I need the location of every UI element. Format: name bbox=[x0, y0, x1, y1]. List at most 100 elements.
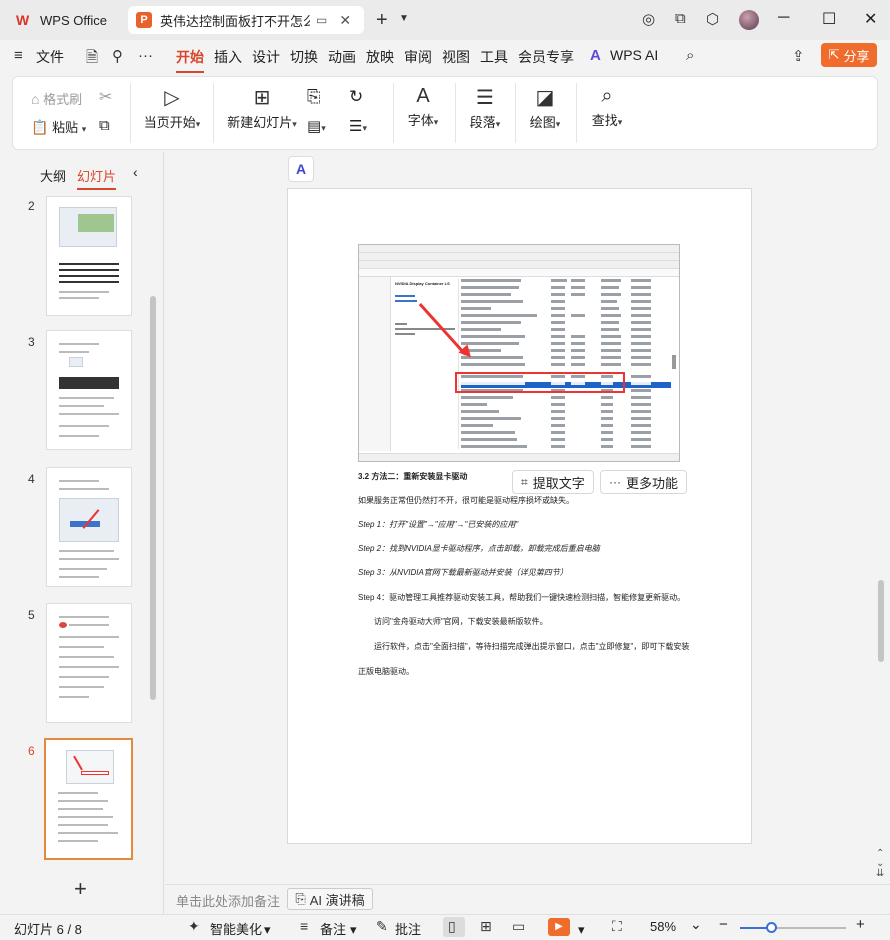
title-bar: W WPS Office P 英伟达控制面板打不开怎么 ▭ ✕ + ▼ ◎ ⧉ … bbox=[0, 0, 890, 40]
more-functions-button[interactable]: ··· 更多功能 bbox=[600, 470, 688, 494]
share-icon: ⇱ bbox=[828, 47, 840, 62]
slide-thumbnail-4[interactable] bbox=[46, 467, 132, 587]
new-tab-icon[interactable]: + bbox=[376, 9, 388, 32]
menu-animation[interactable]: 动画 bbox=[328, 47, 356, 67]
section-icon[interactable]: ☰▾ bbox=[349, 117, 367, 135]
font-button[interactable]: A 字体▾ bbox=[403, 85, 443, 129]
layout-icon[interactable]: ▤▾ bbox=[307, 117, 326, 135]
slide-sorter-icon[interactable]: ⊞ bbox=[480, 918, 492, 935]
slide-number: 3 bbox=[28, 335, 35, 349]
menu-review[interactable]: 审阅 bbox=[404, 47, 432, 67]
slide-line: Step 4：驱动管理工具推荐驱动安装工具，帮助我们一键快速检测扫描，智能修复更… bbox=[358, 593, 686, 602]
tab-document[interactable]: P 英伟达控制面板打不开怎么 ▭ ✕ bbox=[128, 6, 364, 34]
notes-placeholder[interactable]: 单击此处添加备注 bbox=[176, 891, 280, 910]
maximize-button[interactable]: ☐ bbox=[822, 9, 836, 29]
ai-assistant-icon[interactable]: ◎ bbox=[642, 10, 655, 28]
tab-outline[interactable]: 大纲 bbox=[40, 166, 66, 185]
ai-speech-button[interactable]: ⎘ AI 演讲稿 bbox=[287, 888, 373, 910]
comments-button[interactable]: 批注 bbox=[395, 919, 421, 938]
canvas-scrollbar[interactable] bbox=[878, 580, 884, 662]
tab-slides[interactable]: 幻灯片 bbox=[77, 166, 117, 190]
reset-layout-icon[interactable]: ↻ bbox=[349, 87, 363, 107]
cube-icon[interactable]: ⬡ bbox=[706, 10, 719, 28]
ai-speech-icon: ⎘ bbox=[295, 891, 306, 906]
hamburger-icon[interactable]: ≡ bbox=[14, 47, 23, 64]
chevron-down-icon[interactable]: ▾ bbox=[578, 922, 585, 938]
close-tab-icon[interactable]: ✕ bbox=[339, 12, 351, 29]
menu-view[interactable]: 视图 bbox=[442, 47, 470, 67]
zoom-out-icon[interactable]: − bbox=[719, 916, 728, 933]
tab-wps-office[interactable]: W WPS Office bbox=[8, 6, 124, 34]
chevron-down-icon[interactable]: ▾ bbox=[350, 922, 357, 938]
zoom-in-icon[interactable]: + bbox=[856, 916, 865, 933]
cloud-upload-icon[interactable]: ⇪ bbox=[792, 47, 805, 65]
menu-home[interactable]: 开始 bbox=[176, 47, 204, 73]
slide-thumbnail-2[interactable] bbox=[46, 196, 132, 316]
copy-icon[interactable]: ⧉ bbox=[99, 117, 110, 134]
comment-icon: ✎ bbox=[376, 918, 388, 934]
menu-file[interactable]: 文件 bbox=[36, 47, 64, 67]
paste-button[interactable]: 📋 粘贴 ▾ bbox=[31, 117, 86, 136]
drawing-button[interactable]: ◪ 绘图▾ bbox=[525, 85, 565, 131]
new-slide-button[interactable]: ⊞ 新建幻灯片▾ bbox=[225, 85, 299, 131]
slide-line: Step 1：打开"设置"→"应用"→"已安装的应用" bbox=[358, 520, 519, 529]
minimize-button[interactable]: ─ bbox=[778, 9, 789, 27]
menu-transition[interactable]: 切换 bbox=[290, 47, 318, 67]
slide-panel-scrollbar[interactable] bbox=[150, 296, 156, 700]
paragraph-button[interactable]: ☰ 段落▾ bbox=[465, 85, 505, 131]
menu-tools[interactable]: 工具 bbox=[480, 47, 508, 67]
slide-line: 如果服务正常但仍然打不开，很可能是驱动程序损坏或缺失。 bbox=[358, 496, 574, 505]
find-button[interactable]: ⌕ 查找▾ bbox=[587, 85, 627, 129]
chevron-down-icon[interactable]: ▾ bbox=[264, 922, 271, 938]
window-icon[interactable]: ⧉ bbox=[675, 10, 686, 27]
menu-slideshow[interactable]: 放映 bbox=[366, 47, 394, 67]
fit-window-icon[interactable]: ⛶ bbox=[612, 918, 622, 935]
scroll-end-icon[interactable]: ⇊ bbox=[876, 868, 884, 879]
slide-thumbnail-5[interactable] bbox=[46, 603, 132, 723]
add-slide-icon[interactable]: + bbox=[74, 876, 87, 902]
wps-ai-icon: A bbox=[590, 47, 601, 64]
chevron-down-icon[interactable]: ▼ bbox=[399, 13, 409, 24]
menu-wps-ai[interactable]: WPS AI bbox=[610, 47, 658, 63]
slide-thumbnail-3[interactable] bbox=[46, 330, 132, 450]
extract-text-label: 提取文字 bbox=[532, 475, 585, 491]
cut-icon[interactable]: ✂ bbox=[99, 87, 112, 107]
ai-float-icon[interactable]: A bbox=[288, 156, 314, 182]
zoom-dropdown-icon[interactable]: ⌄ bbox=[690, 916, 702, 933]
beautify-button[interactable]: 智能美化 bbox=[210, 919, 262, 938]
more-icon[interactable]: ··· bbox=[138, 47, 153, 64]
brush-icon[interactable]: ⚲ bbox=[112, 47, 123, 65]
format-brush-button[interactable]: ⌂ 格式刷 bbox=[31, 89, 82, 108]
find-label: 查找 bbox=[591, 113, 618, 128]
font-icon: A bbox=[416, 85, 430, 107]
search-icon[interactable]: ⌕ bbox=[686, 47, 694, 64]
template-icon[interactable]: ⎘ bbox=[307, 87, 321, 107]
tab-label: 英伟达控制面板打不开怎么 bbox=[160, 13, 310, 29]
menu-member[interactable]: 会员专享 bbox=[518, 47, 574, 67]
menu-insert[interactable]: 插入 bbox=[214, 47, 242, 67]
slide-number: 4 bbox=[28, 472, 35, 486]
play-slideshow-button[interactable]: ▶ bbox=[548, 918, 570, 936]
normal-view-icon[interactable]: ▯ bbox=[448, 918, 456, 935]
avatar[interactable] bbox=[739, 10, 759, 30]
save-icon[interactable]: 🗎 bbox=[86, 47, 98, 72]
current-slide[interactable]: NVIDIA Display Container LS 3.2 方法二：重新安装… bbox=[287, 188, 752, 844]
monitor-icon[interactable]: ▭ bbox=[316, 13, 327, 27]
new-slide-label: 新建幻灯片 bbox=[227, 115, 293, 130]
drawing-label: 绘图 bbox=[529, 115, 556, 130]
close-button[interactable]: ✕ bbox=[864, 9, 877, 29]
zoom-level[interactable]: 58% bbox=[650, 919, 676, 934]
zoom-slider-handle[interactable] bbox=[766, 922, 777, 933]
collapse-panel-icon[interactable]: ‹ bbox=[133, 164, 138, 180]
share-button[interactable]: ⇱ 分享 bbox=[821, 43, 877, 67]
extract-text-button[interactable]: ⌗ 提取文字 bbox=[512, 470, 594, 494]
menu-design[interactable]: 设计 bbox=[252, 47, 280, 67]
more-functions-label: 更多功能 bbox=[626, 475, 679, 491]
slide-thumbnail-6[interactable] bbox=[44, 738, 133, 860]
start-from-current-button[interactable]: ▷ 当页开始▾ bbox=[141, 85, 203, 131]
reading-view-icon[interactable]: ▭ bbox=[512, 918, 525, 935]
presentation-icon: P bbox=[136, 12, 152, 28]
slide-number: 2 bbox=[28, 199, 35, 213]
notes-button[interactable]: 备注 bbox=[320, 919, 346, 938]
more-dots-icon: ··· bbox=[609, 475, 621, 489]
